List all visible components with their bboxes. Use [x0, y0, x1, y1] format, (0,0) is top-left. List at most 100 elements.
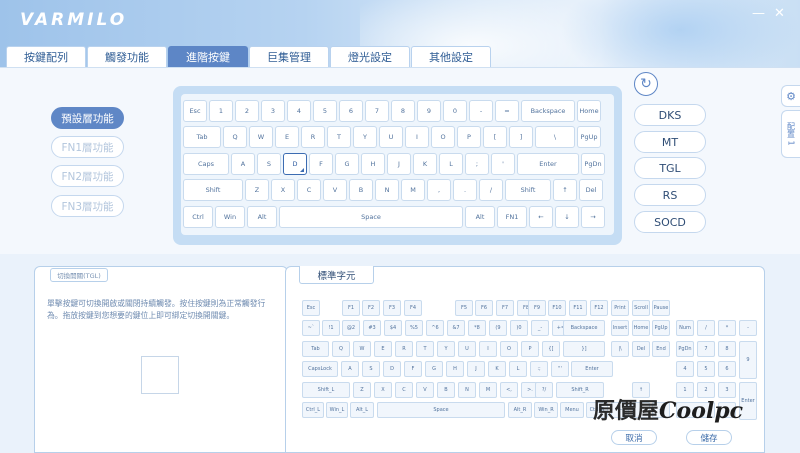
std-key-sym-r2c13[interactable]: |\ [611, 341, 629, 357]
key-g-r2c5[interactable]: G [335, 153, 359, 175]
key-r-r1c4[interactable]: R [301, 126, 325, 148]
key-sym-r0c12[interactable]: = [495, 100, 519, 122]
std-key-sym-r1c19[interactable]: * [718, 320, 736, 336]
std-key-sym-r4c10[interactable]: ?/ [535, 382, 553, 398]
key-shift-r3c11[interactable]: Shift [505, 179, 551, 201]
std-key-f1-r0c1[interactable]: F1 [342, 300, 360, 316]
std-key-alt-r-r5c4[interactable]: Alt_R [508, 402, 532, 418]
std-key-f2-r0c2[interactable]: F2 [362, 300, 380, 316]
key-v-r3c4[interactable]: V [323, 179, 347, 201]
key-p-r1c10[interactable]: P [457, 126, 481, 148]
key-pgup-r1c14[interactable]: PgUp [577, 126, 601, 148]
key-f-r2c4[interactable]: F [309, 153, 333, 175]
std-key-alt-l-r5c2[interactable]: Alt_L [350, 402, 374, 418]
tab-3[interactable]: 巨集管理 [249, 46, 329, 67]
std-key-i-r2c8[interactable]: I [479, 341, 497, 357]
std-key-a-r3c1[interactable]: A [341, 361, 359, 377]
layer-button-0[interactable]: 預設層功能 [51, 107, 124, 129]
std-key-z-r4c1[interactable]: Z [353, 382, 371, 398]
layer-button-3[interactable]: FN3層功能 [51, 195, 124, 217]
key-sym-r3c10[interactable]: / [479, 179, 503, 201]
profile-side-tab[interactable]: 配置 1 [781, 110, 800, 158]
std-key-o-r2c9[interactable]: O [500, 341, 518, 357]
key-sym-r4c7[interactable]: ↓ [555, 206, 579, 228]
std-key-f10-r0c10[interactable]: F10 [548, 300, 566, 316]
std-key-sym-r2c11[interactable]: {[ [542, 341, 560, 357]
std-key-4-r1c4[interactable]: $4 [384, 320, 402, 336]
key-q-r1c1[interactable]: Q [223, 126, 247, 148]
key-9-r0c9[interactable]: 9 [417, 100, 441, 122]
std-key-9-r1c9[interactable]: (9 [489, 320, 507, 336]
key-sym-r1c13[interactable]: \ [535, 126, 575, 148]
std-key-d-r3c3[interactable]: D [383, 361, 401, 377]
tab-5[interactable]: 其他設定 [411, 46, 491, 67]
std-key-8-r2c18[interactable]: 8 [718, 341, 736, 357]
cancel-button[interactable]: 取消 [611, 430, 657, 445]
key-a-r2c1[interactable]: A [231, 153, 255, 175]
std-key-l-r3c9[interactable]: L [509, 361, 527, 377]
std-key-1-r1c1[interactable]: !1 [322, 320, 340, 336]
key-sym-r0c11[interactable]: - [469, 100, 493, 122]
key-sym-r2c11[interactable]: ' [491, 153, 515, 175]
key-t-r1c5[interactable]: T [327, 126, 351, 148]
std-key-sym-r4c8[interactable]: <, [500, 382, 518, 398]
std-key-8-r1c8[interactable]: *8 [468, 320, 486, 336]
key-del-r3c13[interactable]: Del [579, 179, 603, 201]
close-icon[interactable]: ✕ [774, 6, 785, 21]
key-space-r4c3[interactable]: Space [279, 206, 463, 228]
key-b-r3c5[interactable]: B [349, 179, 373, 201]
tab-4[interactable]: 燈光設定 [330, 46, 410, 67]
std-key-r-r2c4[interactable]: R [395, 341, 413, 357]
std-key-sym-r2c12[interactable]: }] [563, 341, 605, 357]
std-key-f7-r0c7[interactable]: F7 [496, 300, 514, 316]
key-sym-r3c9[interactable]: . [453, 179, 477, 201]
std-key-6-r1c6[interactable]: ^6 [426, 320, 444, 336]
std-key-j-r3c7[interactable]: J [467, 361, 485, 377]
std-key-shift-l-r4c0[interactable]: Shift_L [302, 382, 350, 398]
key-sym-r2c10[interactable]: ; [465, 153, 489, 175]
key-6-r0c6[interactable]: 6 [339, 100, 363, 122]
std-key-f12-r0c12[interactable]: F12 [590, 300, 608, 316]
key-n-r3c6[interactable]: N [375, 179, 399, 201]
key-caps-r2c0[interactable]: Caps [183, 153, 229, 175]
std-key-n-r4c6[interactable]: N [458, 382, 476, 398]
std-key-5-r3c14[interactable]: 5 [697, 361, 715, 377]
function-tgl-button[interactable]: TGL [634, 157, 706, 179]
std-key-s-r3c2[interactable]: S [362, 361, 380, 377]
std-key-win-l-r5c1[interactable]: Win_L [326, 402, 348, 418]
std-key-win-r-r5c5[interactable]: Win_R [534, 402, 558, 418]
std-key-2-r1c2[interactable]: @2 [342, 320, 360, 336]
std-key-sym-r1c18[interactable]: / [697, 320, 715, 336]
key-4-r0c4[interactable]: 4 [287, 100, 311, 122]
std-key-0-r1c10[interactable]: )0 [510, 320, 528, 336]
std-key-tab-r2c0[interactable]: Tab [302, 341, 329, 357]
std-key-pgup-r1c16[interactable]: PgUp [652, 320, 670, 336]
std-key-sym-r3c10[interactable]: :; [530, 361, 548, 377]
std-key-9-r2c19[interactable]: 9 [739, 341, 757, 379]
save-button[interactable]: 儲存 [686, 430, 732, 445]
std-key-ctrl-l-r5c0[interactable]: Ctrl_L [302, 402, 324, 418]
std-key-b-r4c5[interactable]: B [437, 382, 455, 398]
std-key-space-r5c3[interactable]: Space [377, 402, 505, 418]
std-key-6-r3c15[interactable]: 6 [718, 361, 736, 377]
key-0-r0c10[interactable]: 0 [443, 100, 467, 122]
std-key-f4-r0c4[interactable]: F4 [404, 300, 422, 316]
std-key-num-r1c17[interactable]: Num [676, 320, 694, 336]
key-tab-r1c0[interactable]: Tab [183, 126, 221, 148]
key-3-r0c3[interactable]: 3 [261, 100, 285, 122]
key-1-r0c1[interactable]: 1 [209, 100, 233, 122]
std-key-f5-r0c5[interactable]: F5 [455, 300, 473, 316]
std-key-5-r1c5[interactable]: %5 [405, 320, 423, 336]
key-enter-r2c12[interactable]: Enter [517, 153, 579, 175]
std-key-capslock-r3c0[interactable]: CapsLock [302, 361, 338, 377]
std-key-f6-r0c6[interactable]: F6 [475, 300, 493, 316]
std-key-f11-r0c11[interactable]: F11 [569, 300, 587, 316]
key-alt-r4c4[interactable]: Alt [465, 206, 495, 228]
key-alt-r4c2[interactable]: Alt [247, 206, 277, 228]
std-key-esc-r0c0[interactable]: Esc [302, 300, 320, 316]
std-key-u-r2c7[interactable]: U [458, 341, 476, 357]
key-sym-r1c12[interactable]: ] [509, 126, 533, 148]
key-backspace-r0c13[interactable]: Backspace [521, 100, 575, 122]
key-home-r0c14[interactable]: Home [577, 100, 601, 122]
function-mt-button[interactable]: MT [634, 131, 706, 153]
